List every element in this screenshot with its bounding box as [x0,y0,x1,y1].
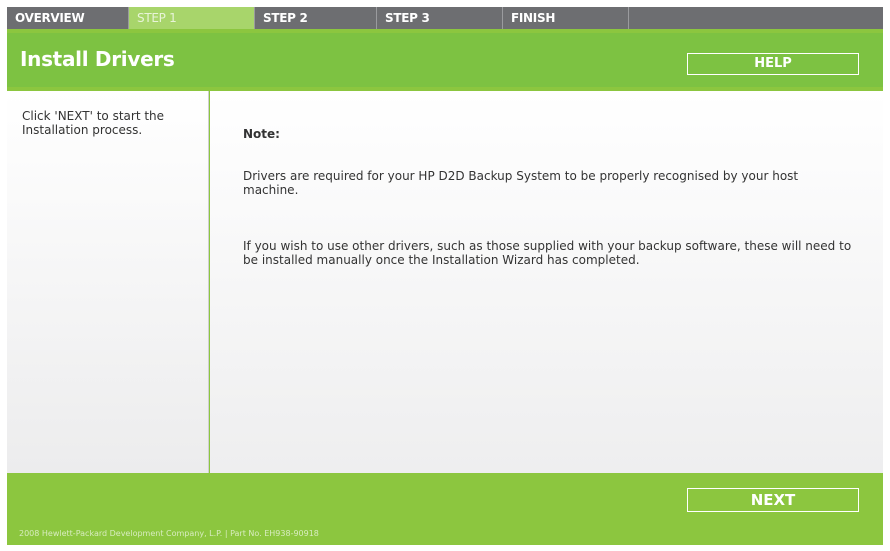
page-header: Install Drivers HELP [7,29,883,87]
help-button[interactable]: HELP [687,53,859,75]
copyright-text: 2008 Hewlett-Packard Development Company… [19,529,319,538]
tab-bar-filler [629,7,883,29]
wizard-tabs: OVERVIEW STEP 1 STEP 2 STEP 3 FINISH [7,7,883,29]
note-heading: Note: [243,127,280,141]
installer-window: OVERVIEW STEP 1 STEP 2 STEP 3 FINISH Ins… [7,7,883,545]
tab-finish[interactable]: FINISH [503,7,629,29]
tab-overview[interactable]: OVERVIEW [7,7,129,29]
page-title: Install Drivers [20,47,175,71]
tab-step-1[interactable]: STEP 1 [129,7,255,29]
next-button[interactable]: NEXT [687,488,859,512]
tab-step-3[interactable]: STEP 3 [377,7,503,29]
sidebar-instruction: Click 'NEXT' to start the Installation p… [22,109,165,137]
note-paragraph-other-drivers: If you wish to use other drivers, such a… [243,239,852,267]
sidebar-panel: Click 'NEXT' to start the Installation p… [7,91,209,473]
note-paragraph-drivers: Drivers are required for your HP D2D Bac… [243,169,799,197]
tab-step-2[interactable]: STEP 2 [255,7,377,29]
page-footer: NEXT 2008 Hewlett-Packard Development Co… [7,473,883,545]
content-panel: Note: Drivers are required for your HP D… [210,91,883,473]
